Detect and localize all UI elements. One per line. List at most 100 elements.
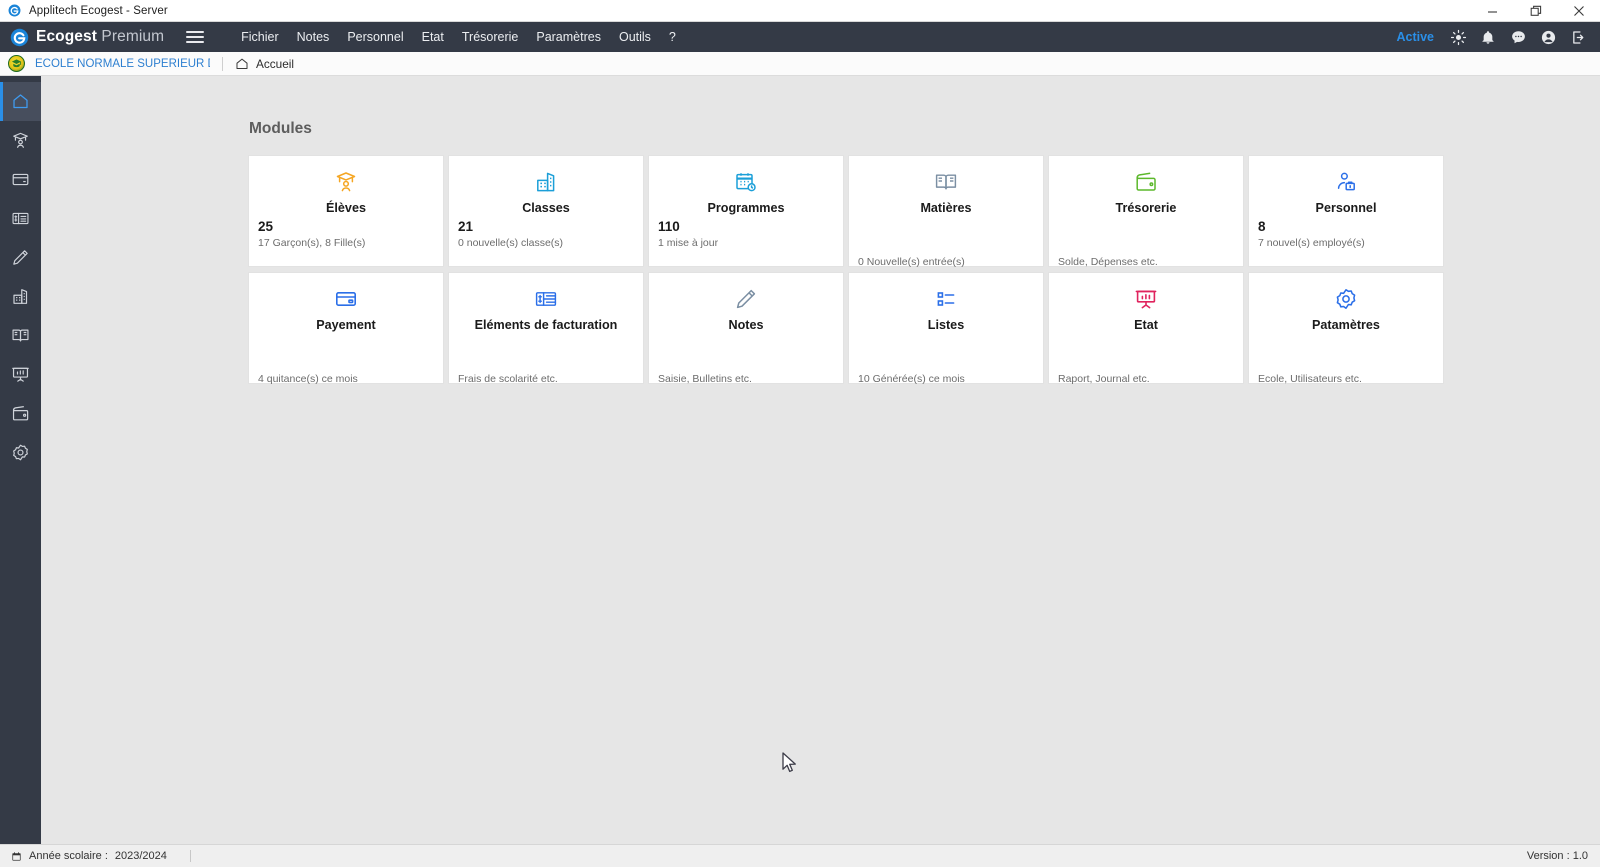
building-icon xyxy=(458,170,634,194)
gear-icon xyxy=(13,444,28,461)
card-personnel[interactable]: Personnel 8 7 nouvel(s) employé(s) xyxy=(1248,155,1444,267)
card-classes[interactable]: Classes 21 0 nouvelle(s) classe(s) xyxy=(448,155,644,267)
sidebar xyxy=(0,76,41,844)
calendar-clock-icon xyxy=(658,170,834,194)
card-eleves[interactable]: Élèves 25 17 Garçon(s), 8 Fille(s) xyxy=(248,155,444,267)
book-icon xyxy=(12,329,29,342)
card-count: 21 xyxy=(458,219,474,234)
modules-grid: Élèves 25 17 Garçon(s), 8 Fille(s) Class… xyxy=(248,155,1444,385)
logout-icon[interactable] xyxy=(1564,22,1592,52)
card-title: Trésorerie xyxy=(1115,201,1177,215)
menu-tresorerie[interactable]: Trésorerie xyxy=(453,26,528,48)
status-divider xyxy=(189,850,191,862)
bell-icon[interactable] xyxy=(1474,22,1502,52)
pencil-icon xyxy=(658,287,834,311)
main-content: Modules Élèves 25 17 Garçon(s), 8 Fille(… xyxy=(41,76,1600,844)
card-title: Payement xyxy=(316,318,376,332)
application-menubar: Ecogest Premium Fichier Notes Personnel … xyxy=(0,22,1600,52)
card-title: Notes xyxy=(728,318,764,332)
hamburger-menu-icon[interactable] xyxy=(186,31,205,43)
presentation-icon xyxy=(12,367,29,382)
sidebar-item-eleves[interactable] xyxy=(0,121,41,160)
menu-personnel[interactable]: Personnel xyxy=(338,26,412,48)
invoice-icon xyxy=(458,287,634,311)
page-title: Modules xyxy=(249,120,312,137)
account-icon[interactable] xyxy=(1534,22,1562,52)
card-matieres[interactable]: Matières 0 Nouvelle(s) entrée(s) xyxy=(848,155,1044,268)
menu-help[interactable]: ? xyxy=(660,26,685,48)
brand[interactable]: Ecogest Premium xyxy=(10,28,164,47)
menu-etat[interactable]: Etat xyxy=(413,26,453,48)
card-title: Personnel xyxy=(1315,201,1377,215)
breadcrumb-accueil-label: Accueil xyxy=(256,56,295,71)
card-facturation[interactable]: Eléments de facturation Frais de scolari… xyxy=(448,272,644,385)
card-subtitle: Frais de scolarité etc. xyxy=(458,373,558,385)
card-count: 25 xyxy=(258,219,274,234)
card-subtitle: 7 nouvel(s) employé(s) xyxy=(1258,237,1365,249)
card-payement[interactable]: Payement 4 quitance(s) ce mois xyxy=(248,272,444,385)
home-icon xyxy=(236,58,248,69)
restore-icon[interactable] xyxy=(1514,0,1557,22)
credit-card-icon xyxy=(12,173,29,186)
graduation-cap-icon xyxy=(258,170,434,194)
minimize-icon[interactable] xyxy=(1471,0,1514,22)
card-count: 8 xyxy=(1258,219,1266,234)
card-subtitle: Saisie, Bulletins etc. xyxy=(658,373,752,385)
building-icon xyxy=(13,289,28,304)
app-body: Modules Élèves 25 17 Garçon(s), 8 Fille(… xyxy=(0,76,1600,844)
card-subtitle: Solde, Dépenses etc. xyxy=(1058,256,1158,268)
menu-fichier[interactable]: Fichier xyxy=(232,26,288,48)
sidebar-item-parametres[interactable] xyxy=(0,433,41,472)
card-subtitle: 1 mise à jour xyxy=(658,237,719,249)
sidebar-item-facturation[interactable] xyxy=(0,199,41,238)
card-subtitle: Raport, Journal etc. xyxy=(1058,373,1150,385)
card-subtitle: 17 Garçon(s), 8 Fille(s) xyxy=(258,237,366,249)
brightness-icon[interactable] xyxy=(1444,22,1472,52)
credit-card-icon xyxy=(258,287,434,311)
window-titlebar: Applitech Ecogest - Server xyxy=(0,0,1600,22)
window-controls xyxy=(1471,0,1600,22)
close-icon[interactable] xyxy=(1557,0,1600,22)
sidebar-item-classes[interactable] xyxy=(0,277,41,316)
status-badge[interactable]: Active xyxy=(1396,30,1434,44)
breadcrumb-accueil[interactable]: Accueil xyxy=(235,57,294,71)
menu-parametres[interactable]: Paramètres xyxy=(527,26,610,48)
card-etat[interactable]: Etat Raport, Journal etc. xyxy=(1048,272,1244,385)
sidebar-item-etat[interactable] xyxy=(0,355,41,394)
card-title: Patamètres xyxy=(1312,318,1380,332)
sidebar-item-matieres[interactable] xyxy=(0,316,41,355)
ecogest-logo-icon xyxy=(10,28,29,46)
card-title: Etat xyxy=(1134,318,1158,332)
school-year-label: Année scolaire : xyxy=(29,850,108,862)
book-icon xyxy=(858,170,1034,194)
card-subtitle: 0 nouvelle(s) classe(s) xyxy=(458,237,564,249)
card-programmes[interactable]: Programmes 110 1 mise à jour xyxy=(648,155,844,267)
gear-icon xyxy=(1258,287,1434,311)
sidebar-item-tresorerie[interactable] xyxy=(0,394,41,433)
staff-icon xyxy=(1258,170,1434,194)
pencil-icon xyxy=(13,250,28,265)
school-year-value: 2023/2024 xyxy=(114,850,167,862)
invoice-icon xyxy=(12,212,29,225)
card-notes[interactable]: Notes Saisie, Bulletins etc. xyxy=(648,272,844,385)
brand-text: Ecogest Premium xyxy=(36,28,164,46)
sidebar-item-notes[interactable] xyxy=(0,238,41,277)
card-listes[interactable]: Listes 10 Générée(s) ce mois xyxy=(848,272,1044,385)
brand-name: Ecogest xyxy=(36,28,97,45)
appbar-actions: Active xyxy=(1396,22,1592,52)
menu-notes[interactable]: Notes xyxy=(288,26,339,48)
presentation-icon xyxy=(1058,287,1234,311)
card-parametres[interactable]: Patamètres Ecole, Utilisateurs etc. xyxy=(1248,272,1444,385)
card-title: Classes xyxy=(522,201,570,215)
sidebar-item-accueil[interactable] xyxy=(0,82,41,121)
wallet-icon xyxy=(12,406,29,421)
card-tresorerie[interactable]: Trésorerie Solde, Dépenses etc. xyxy=(1048,155,1244,268)
card-title: Listes xyxy=(927,318,965,332)
chat-icon[interactable] xyxy=(1504,22,1532,52)
school-name-link[interactable]: ECOLE NORMALE SUPERIEUR DE L... xyxy=(35,58,210,70)
card-title: Programmes xyxy=(707,201,785,215)
sidebar-item-payement[interactable] xyxy=(0,160,41,199)
menu-outils[interactable]: Outils xyxy=(610,26,660,48)
school-year-status: Année scolaire : 2023/2024 xyxy=(11,850,191,862)
graduation-cap-icon xyxy=(13,132,28,148)
